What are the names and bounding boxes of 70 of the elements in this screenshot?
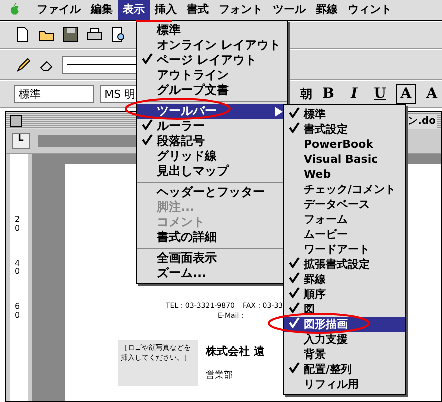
menu-item[interactable]: 見出しマップ	[137, 164, 287, 179]
menu-item[interactable]: 図	[284, 302, 405, 317]
submenu-arrow-icon	[275, 106, 283, 116]
menu-item[interactable]: 順序	[284, 287, 405, 302]
font-name-text: 朝	[300, 86, 313, 102]
menu-item[interactable]: 標準	[137, 23, 287, 38]
menu-title[interactable]: 罫線	[311, 0, 343, 20]
save-icon[interactable]	[62, 26, 80, 44]
checkmark-icon	[288, 362, 300, 374]
menu-item[interactable]: ヘッダーとフッター	[137, 185, 287, 200]
checkmark-icon	[288, 122, 300, 134]
pencil-icon[interactable]	[14, 56, 32, 74]
menu-title[interactable]: 表示	[118, 0, 150, 20]
ruler-number: 60	[15, 303, 22, 321]
format-button[interactable]: A	[396, 84, 416, 104]
menu-title[interactable]: 書式	[182, 0, 214, 20]
menu-item[interactable]: ルーラー	[137, 119, 287, 134]
close-box[interactable]	[10, 114, 22, 126]
menu-title[interactable]: 編集	[86, 0, 118, 20]
annotation-underline	[136, 20, 172, 23]
menu-item[interactable]: Web	[284, 167, 405, 182]
menu-item[interactable]: ページ レイアウト	[137, 53, 287, 68]
checkmark-icon	[288, 302, 300, 314]
menu-item[interactable]: ズーム...	[137, 266, 287, 281]
menu-item[interactable]: 標準	[284, 107, 405, 122]
menu-item[interactable]: 図形描画	[284, 317, 405, 332]
menu-item[interactable]: 罫線	[284, 272, 405, 287]
format-button[interactable]: B	[318, 84, 338, 104]
menu-title[interactable]: ツール	[268, 0, 311, 20]
menu-item[interactable]: 全画面表示	[137, 251, 287, 266]
menu-item[interactable]: 書式設定	[284, 122, 405, 137]
ruler-number: 40	[15, 260, 22, 278]
menu-item[interactable]: 段落記号	[137, 134, 287, 149]
checkmark-icon	[288, 287, 300, 299]
checkmark-icon	[141, 53, 153, 65]
checkmark-icon	[288, 317, 300, 329]
menu-item[interactable]: ワードアート	[284, 242, 405, 257]
company-name: 株式会社 遠	[206, 345, 265, 358]
checkmark-icon	[288, 107, 300, 119]
menu-item[interactable]: アウトライン	[137, 68, 287, 83]
menu-title[interactable]: フォント	[214, 0, 268, 20]
menu-item[interactable]: 入力支援	[284, 332, 405, 347]
menu-item[interactable]: オンライン レイアウト	[137, 38, 287, 53]
window-title: ン.do	[407, 114, 437, 128]
tab-stop-button[interactable]: L	[12, 133, 30, 149]
format-button[interactable]: I	[344, 84, 364, 104]
checkmark-icon	[141, 134, 153, 146]
menu-item[interactable]: グリッド線	[137, 149, 287, 164]
menu-item[interactable]: フォーム	[284, 212, 405, 227]
menu-title[interactable]: 挿入	[150, 0, 182, 20]
department-text: 営業部	[206, 370, 234, 382]
menu-item[interactable]: ムービー	[284, 227, 405, 242]
format-button[interactable]: A	[422, 84, 442, 104]
menu-item[interactable]: データベース	[284, 197, 405, 212]
menu-item[interactable]: 拡張書式設定	[284, 257, 405, 272]
format-button[interactable]: U	[370, 84, 390, 104]
checkmark-icon	[288, 257, 300, 269]
menu-title[interactable]: ウィント	[343, 0, 397, 20]
menu-item[interactable]: 背景	[284, 347, 405, 362]
menu-item[interactable]: 配置/整列	[284, 362, 405, 377]
menu-item[interactable]: リフィル用	[284, 377, 405, 392]
menu-item[interactable]: チェック/コメント	[284, 182, 405, 197]
menu-item[interactable]: Visual Basic	[284, 152, 405, 167]
menu-item[interactable]: PowerBook	[284, 137, 405, 152]
checkmark-icon	[141, 119, 153, 131]
checkmark-icon	[288, 272, 300, 284]
menu-item[interactable]: 書式の詳細	[137, 230, 287, 245]
style-field[interactable]: 標準	[14, 85, 94, 103]
ruler-number: 20	[15, 216, 22, 234]
menu-title[interactable]: ファイル	[32, 0, 86, 20]
